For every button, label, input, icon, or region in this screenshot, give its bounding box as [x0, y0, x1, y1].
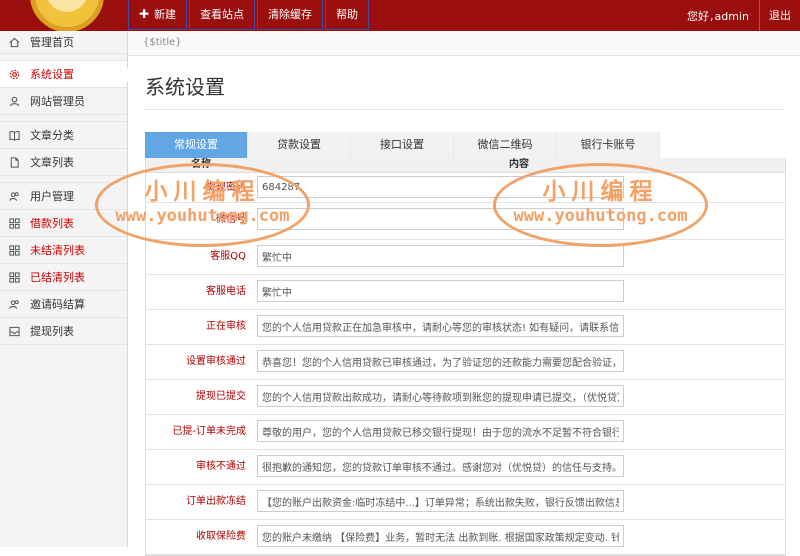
- sidebar-item-user-management[interactable]: 用户管理: [0, 183, 127, 210]
- main-content: {$title} 系统设置 常规设置 贷款设置 接口设置 微信二维码 银行卡账号…: [128, 31, 800, 556]
- greeting: 您好,admin: [687, 9, 749, 23]
- table-row: 提现密码: [146, 173, 785, 203]
- service-phone-input[interactable]: [257, 280, 624, 302]
- sidebar-item-settled-list[interactable]: 已结清列表: [0, 264, 127, 291]
- table-row: 审核不通过: [146, 450, 785, 485]
- order-frozen-message-input[interactable]: [257, 490, 624, 512]
- sidebar-item-home[interactable]: 管理首页: [0, 31, 127, 54]
- logo[interactable]: [0, 0, 128, 31]
- tab-general[interactable]: 常规设置: [145, 132, 248, 158]
- top-nav: ✚ 新建 查看站点 清除缓存 帮助: [128, 0, 371, 31]
- sidebar-item-withdraw-list[interactable]: 提现列表: [0, 318, 127, 345]
- table-row: 订单出款冻结: [146, 485, 785, 520]
- help-button[interactable]: 帮助: [325, 0, 370, 30]
- table-row: 已提-订单未完成: [146, 415, 785, 450]
- new-button[interactable]: ✚ 新建: [128, 0, 188, 30]
- tab-loan[interactable]: 贷款设置: [248, 132, 351, 158]
- document-icon: [9, 157, 20, 168]
- review-approved-message-input[interactable]: [257, 350, 624, 372]
- users-icon: [9, 191, 20, 202]
- settings-table: 名称 内容 提现密码 微信号 客服QQ 客服电话 正在审核 设置审核通过 提现已: [145, 158, 786, 556]
- home-icon: [9, 37, 20, 48]
- review-rejected-message-input[interactable]: [257, 455, 624, 477]
- row-label: 订单出款冻结: [186, 496, 246, 507]
- wechat-id-input[interactable]: [257, 208, 624, 230]
- title-divider: [145, 109, 783, 110]
- users-icon: [9, 299, 20, 310]
- column-content-header: 内容: [509, 159, 529, 170]
- service-qq-input[interactable]: [257, 245, 624, 267]
- sidebar: 管理首页 系统设置 网站管理员 文章分类 文章列表 用户管理 借款列表 未结清列…: [0, 31, 128, 547]
- gear-icon: [9, 69, 20, 80]
- settings-tabs: 常规设置 贷款设置 接口设置 微信二维码 银行卡账号: [145, 132, 660, 158]
- tab-wechat-qrcode[interactable]: 微信二维码: [454, 132, 557, 158]
- sidebar-item-system-settings[interactable]: 系统设置: [0, 61, 128, 88]
- view-site-button[interactable]: 查看站点: [189, 0, 256, 30]
- row-label: 审核不通过: [196, 461, 246, 472]
- row-label: 设置审核通过: [186, 356, 246, 367]
- table-row: 提现已提交: [146, 380, 785, 415]
- sidebar-item-invite-settlement[interactable]: 邀请码结算: [0, 291, 127, 318]
- order-incomplete-message-input[interactable]: [257, 420, 624, 442]
- insurance-fee-message-input[interactable]: [257, 525, 624, 547]
- row-label: 已提-订单未完成: [172, 426, 246, 437]
- top-right: 您好,admin 退出: [687, 0, 800, 31]
- table-header: 名称 内容: [146, 158, 785, 173]
- grid-icon: [9, 218, 20, 229]
- user-icon: [9, 96, 20, 107]
- table-row: 正在审核: [146, 310, 785, 345]
- tab-bank-account[interactable]: 银行卡账号: [557, 132, 660, 158]
- tab-api[interactable]: 接口设置: [351, 132, 454, 158]
- row-label: 收取保险费: [196, 531, 246, 542]
- column-name-header: 名称: [191, 159, 211, 170]
- table-row: 客服QQ: [146, 240, 785, 275]
- sidebar-item-site-admins[interactable]: 网站管理员: [0, 88, 127, 115]
- logout-button[interactable]: 退出: [759, 0, 800, 31]
- sidebar-item-loan-list[interactable]: 借款列表: [0, 210, 127, 237]
- table-row: 微信号: [146, 203, 785, 240]
- row-label: 提现密码: [206, 182, 246, 193]
- breadcrumb: {$title}: [128, 31, 800, 56]
- clear-cache-button[interactable]: 清除缓存: [257, 0, 324, 30]
- inbox-icon: [9, 326, 20, 337]
- table-row: 客服电话: [146, 275, 785, 310]
- page-title: 系统设置: [145, 75, 225, 99]
- row-label: 微信号: [216, 214, 246, 225]
- book-icon: [9, 130, 20, 141]
- sidebar-item-unsettled-list[interactable]: 未结清列表: [0, 237, 127, 264]
- plus-icon: ✚: [139, 7, 150, 21]
- row-label: 客服电话: [206, 286, 246, 297]
- table-row: 设置审核通过: [146, 345, 785, 380]
- top-bar: ✚ 新建 查看站点 清除缓存 帮助 您好,admin 退出: [0, 0, 800, 31]
- sidebar-item-article-list[interactable]: 文章列表: [0, 149, 127, 176]
- row-label: 提现已提交: [196, 391, 246, 402]
- sidebar-item-article-categories[interactable]: 文章分类: [0, 122, 127, 149]
- grid-icon: [9, 272, 20, 283]
- grid-icon: [9, 245, 20, 256]
- username: admin: [714, 9, 749, 23]
- row-label: 正在审核: [206, 321, 246, 332]
- reviewing-message-input[interactable]: [257, 315, 624, 337]
- withdraw-submitted-message-input[interactable]: [257, 385, 624, 407]
- withdraw-password-input[interactable]: [257, 176, 624, 198]
- table-row: 收取保险费: [146, 520, 785, 555]
- row-label: 客服QQ: [210, 251, 246, 262]
